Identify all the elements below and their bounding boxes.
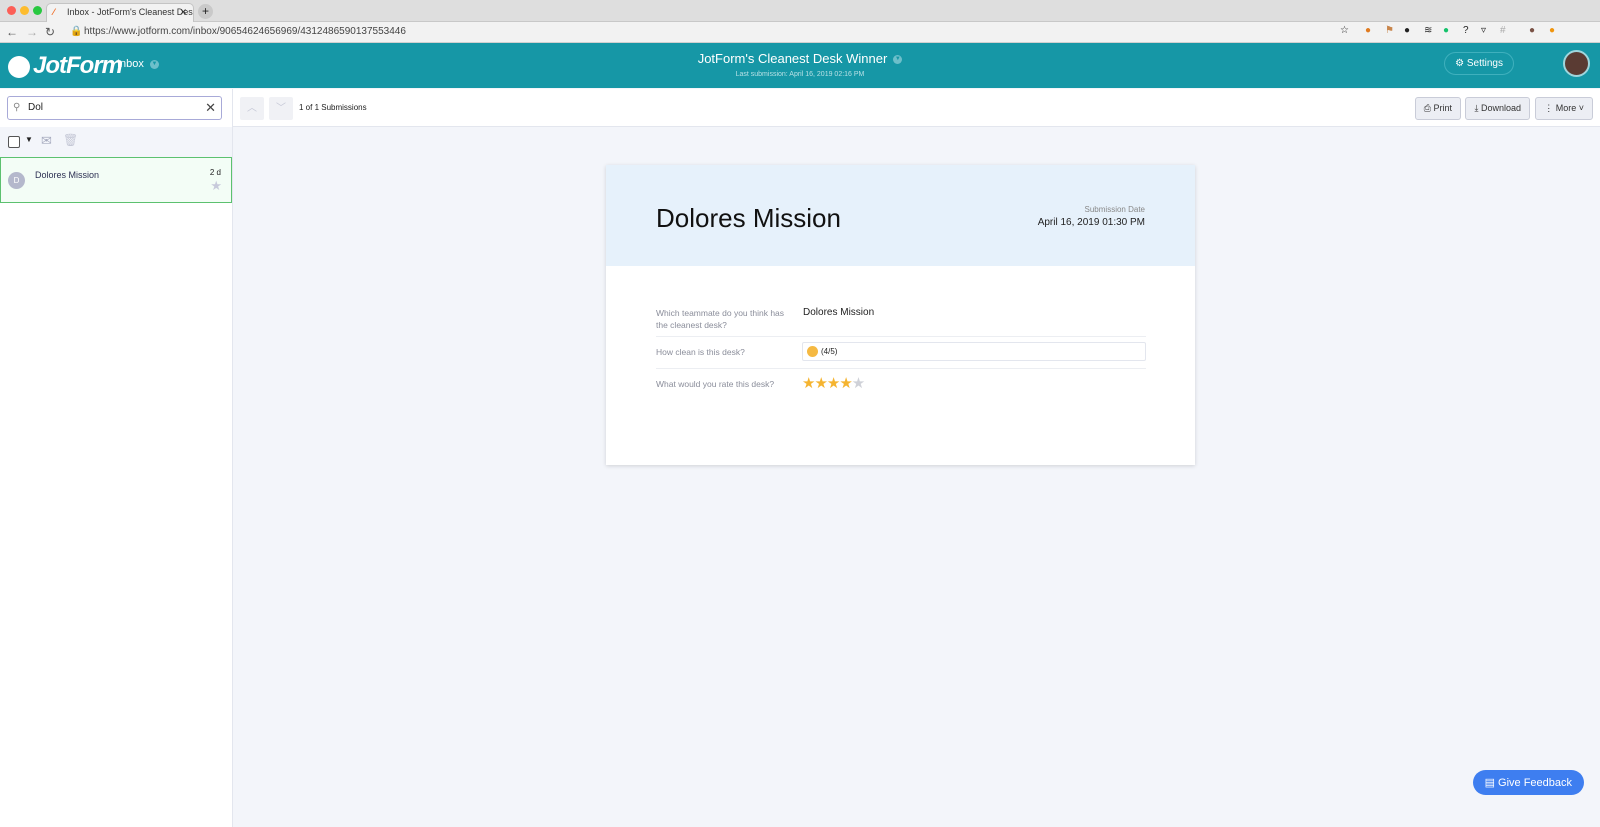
next-submission-button[interactable]: ﹀ (269, 97, 293, 120)
search-input[interactable]: ⚲ Dol ✕ (7, 96, 222, 120)
extension-icon[interactable]: ● (1404, 25, 1410, 36)
jotform-favicon: ⁄ (53, 7, 55, 17)
print-button[interactable]: ⎙ Print (1414, 97, 1461, 120)
settings-label: Settings (1466, 58, 1503, 69)
grammarly-icon[interactable]: ● (1443, 25, 1449, 36)
avatar: D (8, 172, 25, 189)
field-row: How clean is this desk? (4/5) (656, 342, 1146, 369)
submission-date-label: Submission Date (1084, 205, 1145, 214)
layers-icon[interactable]: ≋ (1424, 25, 1432, 36)
feedback-icon: ▤ (1484, 777, 1499, 789)
user-avatar[interactable] (1563, 50, 1590, 77)
browser-tab[interactable]: ⁄ Inbox - JotForm's Cleanest Des ✕ (46, 3, 194, 22)
give-feedback-button[interactable]: ▤ Give Feedback (1472, 770, 1584, 795)
submission-list-item[interactable]: D Dolores Mission 2 d ★ (0, 157, 232, 203)
close-window-button[interactable] (7, 6, 16, 15)
submission-date: April 16, 2019 01:30 PM (1037, 217, 1145, 228)
select-dropdown-icon[interactable]: ▼ (25, 135, 33, 144)
field-row: Which teammate do you think has the clea… (656, 307, 1146, 337)
lock-icon: 🔒 (70, 26, 83, 37)
extension-icon[interactable]: ⚑ (1385, 25, 1394, 36)
previous-submission-button[interactable]: ︿ (240, 97, 264, 120)
star-icon: ★ (851, 375, 865, 392)
bookmark-star-icon[interactable]: ☆ (1340, 25, 1349, 36)
star-icon[interactable]: ★ (210, 178, 222, 194)
url-input[interactable]: 🔒 https://www.jotform.com/inbox/906546246… (64, 24, 1354, 40)
close-tab-icon[interactable]: ✕ (179, 4, 187, 21)
trash-icon[interactable]: 🗑 (63, 133, 78, 147)
star-rating: ★★★★★ (802, 374, 865, 392)
back-icon[interactable]: ← (6, 25, 18, 39)
extension-icon[interactable]: ● (1365, 25, 1371, 36)
pocket-icon[interactable]: ▿ (1481, 25, 1486, 36)
app-header: JotForm Inbox ▼ JotForm's Cleanest Desk W… (0, 43, 1600, 88)
minimize-window-button[interactable] (20, 6, 29, 15)
search-value: Dol (28, 102, 44, 113)
search-icon: ⚲ (13, 102, 21, 113)
emoji-rating-answer: (4/5) (802, 342, 1146, 361)
feedback-label: Give Feedback (1498, 777, 1572, 789)
more-vertical-icon: ⋮ (1544, 103, 1556, 113)
address-bar-row: ← → ↻ 🔒 https://www.jotform.com/inbox/906… (0, 22, 1600, 43)
more-label: More (1555, 103, 1577, 113)
submission-card: Dolores Mission Submission Date April 16… (606, 165, 1195, 465)
submission-header: Dolores Mission Submission Date April 16… (606, 165, 1195, 266)
alert-icon[interactable]: ● (1549, 25, 1555, 36)
submission-age: 2 d (209, 168, 221, 177)
print-label: Print (1433, 103, 1452, 113)
chevron-down-icon: ▼ (893, 55, 903, 65)
star-icon: ★★★★ (802, 375, 853, 392)
mail-icon[interactable]: ✉ (41, 133, 52, 149)
select-all-checkbox[interactable] (8, 136, 20, 148)
form-title-text: JotForm's Cleanest Desk Winner (697, 51, 888, 66)
chevron-down-icon: ˅ (1576, 103, 1584, 113)
tab-title: Inbox - JotForm's Cleanest Des (67, 7, 193, 17)
last-submission: Last submission: April 16, 2019 02:16 PM (735, 71, 865, 78)
profile-icon[interactable]: ● (1529, 25, 1535, 36)
maximize-window-button[interactable] (33, 6, 42, 15)
field-answer: (4/5) (821, 347, 838, 356)
gear-icon: ⚙ (1455, 58, 1467, 69)
browser-tabbar: ⁄ Inbox - JotForm's Cleanest Des ✕ + (0, 0, 1600, 22)
submitter-name-heading: Dolores Mission (656, 203, 841, 233)
field-answer: Dolores Mission (803, 307, 875, 318)
extension-icon[interactable]: ? (1463, 25, 1469, 36)
field-question: What would you rate this desk? (656, 379, 775, 389)
settings-button[interactable]: ⚙ Settings (1444, 52, 1514, 75)
submitter-name: Dolores Mission (35, 170, 100, 180)
download-label: Download (1480, 103, 1521, 113)
field-question: How clean is this desk? (656, 347, 745, 357)
submissions-sidebar: ⚲ Dol ✕ ▼ ✉ 🗑 D Dolores Mission 2 d ★ (0, 89, 233, 827)
field-row: What would you rate this desk? ★★★★★ (656, 375, 1146, 398)
submission-toolbar: ︿ ﹀ 1 of 1 Submissions ⎙ Print ⤓ Downloa… (233, 89, 1600, 127)
url-text: https://www.jotform.com/inbox/9065462465… (84, 26, 406, 37)
form-title[interactable]: JotForm's Cleanest Desk Winner ▼ (0, 51, 1600, 66)
more-button[interactable]: ⋮ More ˅ (1535, 97, 1593, 120)
smiley-face-icon (807, 346, 818, 357)
submission-count: 1 of 1 Submissions (299, 103, 367, 112)
forward-icon[interactable]: → (26, 25, 38, 39)
reload-icon[interactable]: ↻ (45, 25, 55, 39)
extension-icon[interactable]: # (1500, 25, 1506, 36)
new-tab-button[interactable]: + (198, 4, 213, 19)
field-question: Which teammate do you think has the clea… (656, 308, 785, 330)
clear-search-icon[interactable]: ✕ (205, 97, 216, 119)
download-button[interactable]: ⤓ Download (1465, 97, 1530, 120)
bulk-actions-bar: ▼ ✉ 🗑 (0, 127, 232, 157)
